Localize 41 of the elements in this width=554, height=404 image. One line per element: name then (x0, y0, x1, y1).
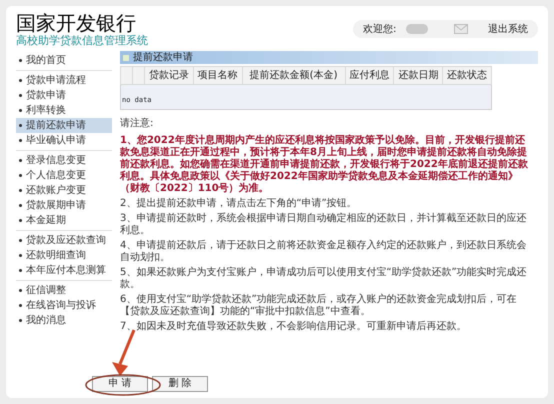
sidebar-item[interactable]: 贷款及应还款查询 (16, 233, 112, 248)
column-header: 还款日期 (394, 66, 443, 84)
notice-text: 1、您2022年度计息周期内产生的应还利息将按国家政策予以免除。目前，开发银行提前还款免息渠道正在开通过程中，预计将于本年8月上旬上线，届时您申请提前还款将自动免除提前还款利息。如您确需在渠道开通前申请提前还款，开发银行将于2022年底前退还提前还款利息。具体免息政策以《关于做好2022年国家助学贷款免息及本金延期偿还工作的通知》（财教〔2022〕110号）为准。 (120, 135, 529, 195)
sidebar-item[interactable]: 提前还款申请 (16, 118, 112, 133)
notice-text: 7、如因未及时充值导致还款失败，不会影响信用记录。可重新申请后再还款。 (120, 321, 468, 333)
square-icon (123, 54, 129, 60)
notice-text: 6、使用支付宝“助学贷款还款”功能完成还款后，或存入账户的还款资金完成划扣后，可在【贷款及应还款查询】功能的“审批中扣款信息”中查看。 (120, 294, 518, 318)
notice-text: 3、申请提前还款时，系统会根据申请日期自动确定相应的还款日，并计算截至还款日的应还利息。 (120, 213, 528, 237)
sidebar-item[interactable]: 利率转换 (16, 103, 112, 118)
apply-button[interactable]: 申 请 (92, 376, 148, 392)
notice-text: 5、如果还款账户为支付宝账户，申请成功后可以使用支付宝“助学贷款还款”功能实时完成还款。 (120, 267, 528, 291)
sidebar-item[interactable]: 贷款申请流程 (16, 73, 112, 88)
blurred-username (406, 24, 428, 34)
sidebar-item[interactable]: 贷款展期申请 (16, 198, 112, 213)
sidebar-item[interactable]: 征信调整 (16, 283, 112, 298)
sidebar-item[interactable]: 毕业确认申请 (16, 133, 112, 148)
sidebar-item[interactable]: 个人信息变更 (16, 168, 112, 183)
sidebar-item[interactable]: 本年应付本息测算 (16, 263, 112, 278)
notice-heading: 请注意: (120, 118, 154, 130)
panel-title: 提前还款申请 (133, 52, 193, 64)
sidebar-item[interactable]: 还款账户变更 (16, 183, 112, 198)
delete-button[interactable]: 删 除 (152, 376, 208, 392)
sidebar-item[interactable]: 本金延期 (16, 213, 112, 228)
sidebar-item[interactable]: 我的首页 (16, 53, 112, 68)
notice-text: 2、提出提前还款申请，请点击左下角的“申请”按钮。 (120, 198, 358, 210)
system-subtitle: 高校助学贷款信息管理系统 (16, 34, 148, 47)
notice-text: 4、申请提前还款后，请于还款日之前将还款资金足额存入约定的还款账户，到还款日系统会自动划扣。 (120, 240, 528, 264)
column-header: 贷款记录 (144, 66, 194, 84)
sidebar-item[interactable]: 还款明细查询 (16, 248, 112, 263)
column-header: 项目名称 (193, 66, 242, 84)
sidebar-item[interactable]: 贷款申请 (16, 88, 112, 103)
mail-icon[interactable] (454, 24, 468, 34)
bank-title: 国家开发银行 (16, 12, 136, 34)
column-header: 还款状态 (442, 66, 492, 84)
welcome-label: 欢迎您: (363, 22, 396, 36)
column-header: 应付利息 (345, 66, 394, 84)
sidebar-item[interactable]: 我的消息 (16, 313, 112, 328)
column-header: 提前还款金额(本金) (242, 66, 346, 84)
sidebar-item[interactable]: 在线咨询与投诉 (16, 298, 112, 313)
logout-link[interactable]: 退出系统 (488, 22, 528, 36)
sidebar-item[interactable]: 登录信息变更 (16, 153, 112, 168)
